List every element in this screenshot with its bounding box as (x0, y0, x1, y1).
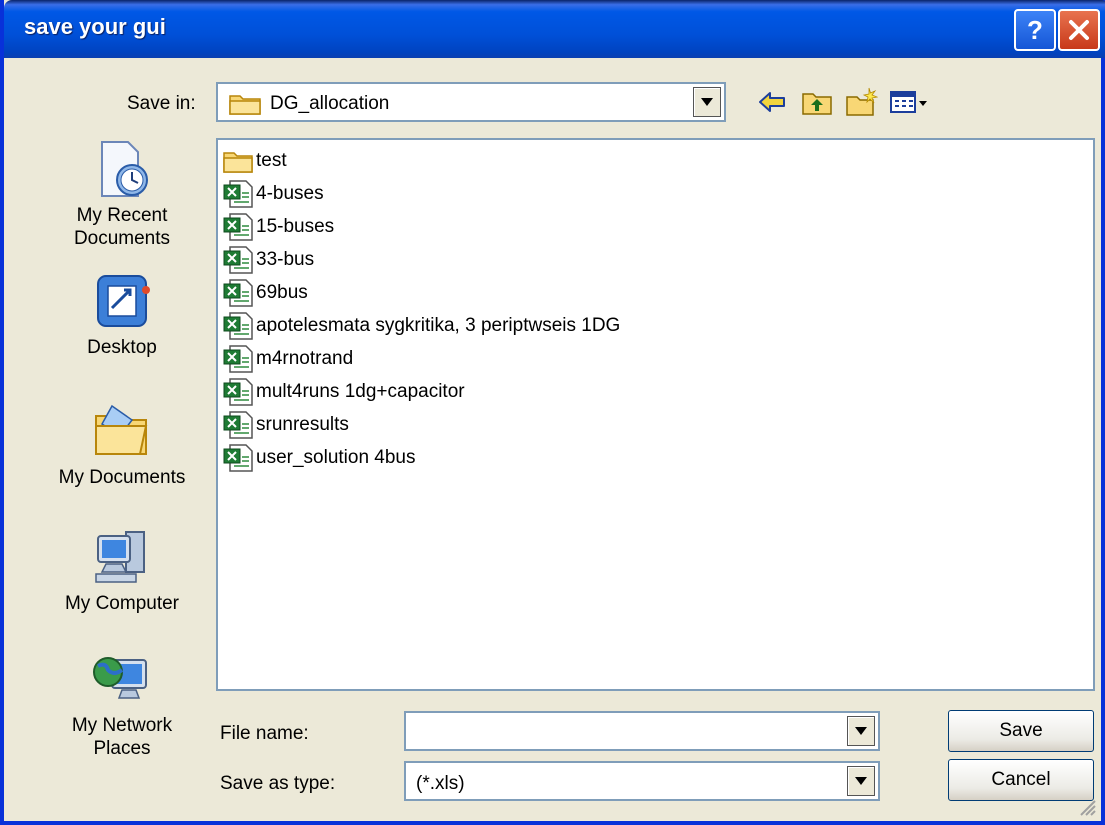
place-label: Desktop (87, 337, 157, 358)
file-name: m4rnotrand (256, 347, 354, 369)
chevron-down-icon (855, 777, 867, 785)
back-icon[interactable] (756, 86, 790, 118)
folder-icon (223, 151, 253, 173)
file-item[interactable]: 69bus (222, 276, 308, 309)
file-name: mult4runs 1dg+capacitor (256, 380, 465, 402)
file-item[interactable]: 15-buses (222, 210, 334, 243)
excel-file-icon (223, 179, 253, 208)
save-in-dropdown-arrow[interactable] (693, 87, 721, 117)
file-item-folder[interactable]: test (222, 144, 287, 177)
chevron-down-icon (855, 727, 867, 735)
place-label: My Recent Documents (73, 205, 171, 249)
file-item[interactable]: user_solution 4bus (222, 441, 416, 474)
chevron-down-icon (701, 98, 713, 106)
place-label: My Computer (64, 593, 180, 614)
excel-file-icon (223, 377, 253, 406)
save-dialog-window: save your gui ? Save in: DG_allocation M… (0, 0, 1105, 825)
save-in-value: DG_allocation (270, 93, 390, 114)
file-item[interactable]: 33-bus (222, 243, 314, 276)
file-name-label: File name: (220, 723, 309, 744)
new-folder-icon[interactable] (844, 86, 878, 118)
folder-icon (229, 95, 261, 115)
file-item[interactable]: m4rnotrand (222, 342, 353, 375)
save-button[interactable]: Save (948, 710, 1094, 752)
excel-file-icon (223, 278, 253, 307)
file-name: srunresults (256, 413, 349, 435)
resize-grip-icon[interactable] (1075, 795, 1097, 817)
excel-file-icon (223, 311, 253, 340)
save-as-type-label: Save as type: (220, 773, 336, 794)
up-folder-icon[interactable] (800, 86, 834, 118)
close-button[interactable] (1058, 9, 1100, 51)
question-mark-icon: ? (1027, 15, 1043, 45)
excel-file-icon (223, 443, 253, 472)
place-label: My Network Places (71, 715, 173, 759)
excel-file-icon (223, 344, 253, 373)
title-bar[interactable]: save your gui ? (4, 0, 1105, 58)
excel-file-icon (223, 410, 253, 439)
file-item[interactable]: mult4runs 1dg+capacitor (222, 375, 465, 408)
my-documents-icon (95, 404, 148, 455)
file-name: user_solution 4bus (256, 446, 416, 468)
save-as-type-dropdown[interactable]: (*.xls) (404, 761, 880, 801)
place-my-computer[interactable]: My Computer (47, 526, 197, 615)
place-my-recent-documents[interactable]: My Recent Documents (47, 138, 197, 250)
view-menu-icon[interactable] (888, 86, 932, 118)
file-list[interactable]: test 4-buses 15-buses 33-bus 69bus apote… (216, 138, 1095, 691)
place-my-documents[interactable]: My Documents (47, 400, 197, 489)
save-as-type-value: (*.xls) (416, 773, 465, 794)
save-in-label: Save in: (127, 93, 196, 114)
file-name: 4-buses (256, 182, 324, 204)
window-title: save your gui (24, 14, 166, 39)
help-button[interactable]: ? (1014, 9, 1056, 51)
place-my-network-places[interactable]: My Network Places (47, 650, 197, 760)
file-name: apotelesmata sygkritika, 3 periptwseis 1… (256, 314, 621, 336)
file-name: 69bus (256, 281, 308, 303)
excel-file-icon (223, 245, 253, 274)
recent-documents-icon (101, 141, 148, 197)
file-item[interactable]: 4-buses (222, 177, 324, 210)
cancel-button[interactable]: Cancel (948, 759, 1094, 801)
save-as-type-dropdown-arrow[interactable] (847, 766, 875, 796)
places-bar: My Recent Documents Desktop My Documents (47, 138, 197, 818)
file-name: 33-bus (256, 248, 315, 270)
my-computer-icon (95, 531, 145, 583)
place-desktop[interactable]: Desktop (47, 272, 197, 359)
excel-file-icon (223, 212, 253, 241)
file-name: 15-buses (256, 215, 335, 237)
network-places-icon (93, 657, 147, 699)
file-name-field[interactable] (404, 711, 880, 751)
desktop-icon (97, 275, 150, 327)
file-item[interactable]: srunresults (222, 408, 349, 441)
file-name-dropdown-arrow[interactable] (847, 716, 875, 746)
svg-text:?: ? (1027, 15, 1043, 45)
file-name: test (256, 149, 287, 171)
place-label: My Documents (58, 467, 186, 488)
file-item[interactable]: apotelesmata sygkritika, 3 periptwseis 1… (222, 309, 620, 342)
save-in-dropdown[interactable]: DG_allocation (216, 82, 726, 122)
close-icon (1069, 20, 1089, 40)
